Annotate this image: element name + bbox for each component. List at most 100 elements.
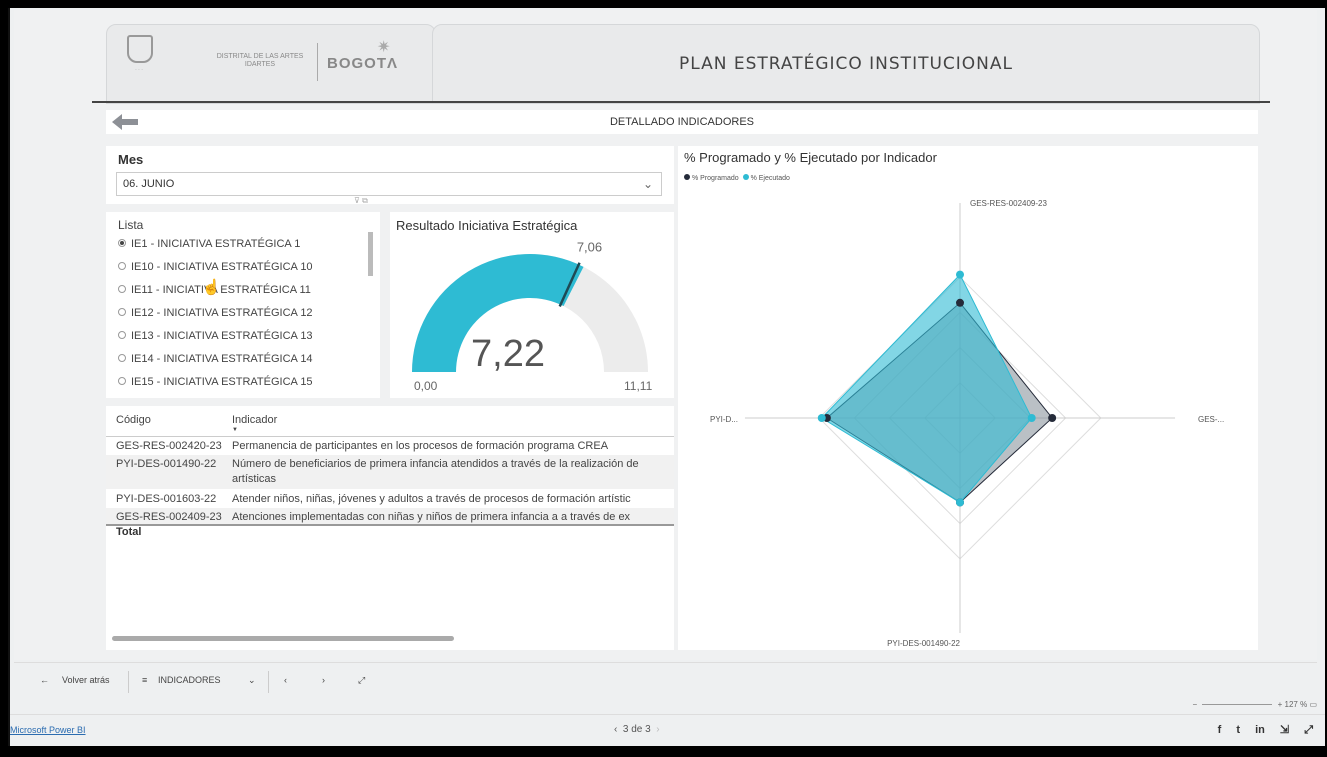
radar-chart-card: % Programado y % Ejecutado por Indicador… (678, 146, 1258, 650)
radar-data-point (956, 498, 964, 507)
cell-indicator: Número de beneficiarios de primera infan… (232, 458, 639, 470)
page-pager: ‹ 3 de 3 › (614, 724, 660, 735)
list-label: Lista (118, 218, 144, 232)
report-page: · · · DISTRITAL DE LAS ARTES IDARTES BOG… (14, 10, 1317, 660)
table-hscrollbar[interactable] (112, 636, 454, 641)
back-button[interactable]: Volver atrás (62, 675, 110, 685)
radar-data-point (1027, 414, 1036, 422)
gauge-chart: 7,06 7,22 0,00 11,11 (412, 239, 653, 393)
twitter-icon[interactable]: t (1236, 724, 1240, 736)
star-icon: ✷ (377, 39, 391, 56)
col-header-code[interactable]: Código (116, 414, 151, 426)
radio-icon (118, 285, 126, 294)
gauge-min-label: 0,00 (414, 379, 438, 393)
month-dropdown[interactable]: 06. JUNIO ⌄ (116, 172, 662, 196)
separator (128, 671, 129, 693)
section-bar: DETALLADO INDICADORES (106, 110, 1258, 134)
list-item-label: IE15 - INICIATIVA ESTRATÉGICA 15 (131, 376, 313, 388)
list-item-label: IE14 - INICIATIVA ESTRATÉGICA 14 (131, 353, 313, 365)
radio-icon (118, 354, 126, 363)
report-nav-bar: ← Volver atrás ≡ INDICADORES ⌄ ‹ › ⤢ (14, 662, 1317, 700)
initiative-list-slicer: Lista IE1 - INICIATIVA ESTRATÉGICA 1 IE1… (106, 212, 380, 398)
page-title: PLAN ESTRATÉGICO INSTITUCIONAL (678, 54, 1013, 74)
facebook-icon[interactable]: f (1218, 724, 1222, 736)
zoom-out-icon[interactable]: − (1192, 700, 1197, 709)
radar-axis-label: PYI-D... (710, 415, 738, 424)
chart-legend: % Programado % Ejecutado (684, 174, 790, 182)
chevron-down-icon: ⌄ (642, 177, 653, 191)
cell-indicator: Atender niños, niñas, jóvenes y adultos … (232, 493, 631, 505)
linkedin-icon[interactable]: in (1255, 724, 1265, 736)
zoom-in-icon[interactable]: + (1278, 700, 1283, 709)
radar-data-point (956, 298, 964, 307)
gauge-value: 7,22 (471, 333, 545, 375)
col-header-indicator[interactable]: Indicador (232, 414, 277, 426)
list-item-label: IE12 - INICIATIVA ESTRATÉGICA 12 (131, 307, 313, 319)
cell-indicator-wrap: artísticas (232, 473, 277, 485)
zoom-control[interactable]: − + 127 % ▭ (1192, 700, 1317, 709)
radio-icon (118, 308, 126, 317)
list-item[interactable]: IE13 - INICIATIVA ESTRATÉGICA 13 (118, 330, 313, 342)
idartes-logo-text: DISTRITAL DE LAS ARTES IDARTES (216, 53, 304, 68)
zoom-level: 127 % (1284, 700, 1308, 709)
table-row[interactable]: GES-RES-002420-23 Permanencia de partici… (106, 436, 674, 454)
cell-code: GES-RES-002420-23 (116, 440, 222, 452)
list-item[interactable]: IE15 - INICIATIVA ESTRATÉGICA 15 (118, 376, 313, 388)
prev-page-icon[interactable]: ‹ (284, 675, 287, 685)
fullscreen-icon[interactable]: ⤢ (1304, 724, 1313, 737)
share-icons: f t in ⇲ ⤢ (1206, 723, 1313, 737)
radar-axis-label: GES-RES-002409-23 (970, 199, 1047, 208)
radar-series-area (820, 273, 1033, 504)
list-item-label: IE10 - INICIATIVA ESTRATÉGICA 10 (131, 261, 313, 273)
bogota-logo: BOGOTΛ (327, 55, 399, 72)
radar-axis-label: GES-... (1198, 415, 1224, 424)
radio-selected-icon (118, 239, 126, 248)
embed-icon[interactable]: ⇲ (1280, 723, 1289, 736)
section-title: DETALLADO INDICADORES (609, 116, 755, 128)
radar-chart: GES-RES-002409-23 GES-... PYI-DES-001490-2… (710, 199, 1224, 648)
next-page-icon[interactable]: › (322, 675, 325, 685)
radar-data-point (817, 414, 826, 422)
radar-data-point (956, 270, 964, 279)
radio-icon (118, 377, 126, 386)
table-row[interactable]: PYI-DES-001603-22 Atender niños, niñas, … (106, 490, 674, 508)
legend-programado: % Programado (692, 175, 739, 182)
table-row[interactable]: PYI-DES-001490-22 Número de beneficiario… (106, 455, 674, 489)
zoom-slider[interactable] (1202, 704, 1273, 706)
next-page-icon[interactable]: › (656, 724, 659, 735)
cell-indicator: Atenciones implementadas con niñas y niñ… (232, 511, 631, 523)
separator (268, 671, 269, 693)
page-selector[interactable]: INDICADORES (158, 675, 221, 685)
radar-axis-label: PYI-DES-001490-22 (887, 639, 960, 648)
powerbi-link[interactable]: Microsoft Power BI (10, 725, 86, 735)
hand-cursor-icon: ☝ (202, 279, 221, 296)
radio-icon (118, 262, 126, 271)
logo-panel: · · · DISTRITAL DE LAS ARTES IDARTES BOG… (106, 24, 436, 104)
list-item[interactable]: IE12 - INICIATIVA ESTRATÉGICA 12 (118, 307, 313, 319)
list-item[interactable]: IE14 - INICIATIVA ESTRATÉGICA 14 (118, 353, 313, 365)
table-row[interactable]: GES-RES-002409-23 Atenciones implementad… (106, 508, 674, 526)
list-item-label: IE13 - INICIATIVA ESTRATÉGICA 13 (131, 330, 313, 342)
legend-dot-ejecutado (742, 174, 749, 181)
back-icon[interactable]: ← (40, 675, 49, 685)
pager-text: 3 de 3 (622, 724, 651, 735)
month-value: 06. JUNIO (123, 178, 175, 190)
month-slicer: Mes 06. JUNIO ⌄ (106, 146, 674, 204)
visual-header-icons[interactable]: ⊽ ⧉ (354, 196, 368, 206)
sort-desc-icon: ▼ (232, 427, 238, 433)
header-divider (92, 101, 1270, 103)
chart-title: % Programado y % Ejecutado por Indicador (684, 150, 937, 165)
cell-code: PYI-DES-001603-22 (116, 493, 217, 505)
powerbi-footer: Microsoft Power BI ‹ 3 de 3 › f t in ⇲ ⤢ (10, 714, 1325, 744)
pages-list-icon: ≡ (142, 675, 148, 685)
list-item[interactable]: IE1 - INICIATIVA ESTRATÉGICA 1 (118, 238, 300, 250)
gauge-card: Resultado Iniciativa Estratégica 7,06 7,… (390, 212, 674, 398)
list-item[interactable]: IE10 - INICIATIVA ESTRATÉGICA 10 (118, 261, 313, 273)
expand-icon[interactable]: ⤢ (358, 675, 365, 686)
cell-indicator: Permanencia de participantes en los proc… (232, 440, 609, 452)
legend-ejecutado: % Ejecutado (750, 175, 790, 182)
list-scrollbar[interactable] (368, 232, 373, 276)
chevron-down-icon[interactable]: ⌄ (248, 675, 256, 686)
prev-page-icon[interactable]: ‹ (614, 724, 617, 735)
fit-page-icon[interactable]: ▭ (1309, 700, 1317, 709)
